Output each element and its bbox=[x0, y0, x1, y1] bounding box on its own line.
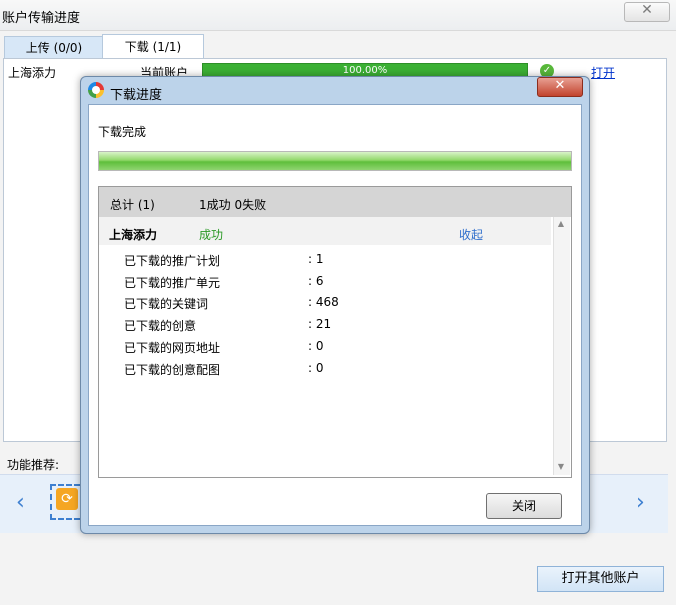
summary-row bbox=[99, 187, 571, 217]
detail-scrollbar[interactable] bbox=[553, 217, 570, 475]
stat-label: 已下载的关键词 bbox=[124, 297, 209, 311]
tab-download[interactable]: 下载 (1/1) bbox=[102, 34, 204, 60]
window-title: 账户传输进度 bbox=[2, 11, 81, 26]
chevron-left-icon[interactable]: ‹ bbox=[16, 490, 25, 515]
stat-value: : 6 bbox=[308, 274, 324, 288]
download-status-text: 下载完成 bbox=[98, 125, 147, 139]
dialog-close-button[interactable]: ✕ bbox=[537, 77, 583, 97]
stat-value: : 0 bbox=[308, 339, 324, 353]
row-progress-text: 100.00% bbox=[342, 65, 388, 76]
scroll-down-arrow-icon[interactable]: ▼ bbox=[553, 462, 569, 471]
stat-label: 已下载的推广单元 bbox=[124, 276, 221, 290]
stat-value: : 0 bbox=[308, 361, 324, 375]
close-icon: ✕ bbox=[641, 2, 653, 18]
stat-value: : 1 bbox=[308, 252, 324, 266]
row-account-name: 上海添力 bbox=[8, 66, 57, 80]
close-button[interactable]: 关闭 bbox=[486, 493, 562, 519]
stat-value: : 468 bbox=[308, 295, 339, 309]
account-status: 成功 bbox=[199, 228, 224, 242]
stat-value: : 21 bbox=[308, 317, 332, 331]
chevron-right-icon[interactable]: › bbox=[636, 490, 645, 515]
open-link[interactable]: 打开 bbox=[591, 64, 615, 81]
dialog-title: 下载进度 bbox=[110, 88, 163, 103]
open-other-account-button[interactable]: 打开其他账户 bbox=[537, 566, 664, 592]
stat-label: 已下载的网页地址 bbox=[124, 341, 221, 355]
tab-upload[interactable]: 上传 (0/0) bbox=[4, 36, 104, 59]
stat-label: 已下载的推广计划 bbox=[124, 254, 221, 268]
download-progress-bar bbox=[98, 151, 572, 171]
function-recommend-label: 功能推荐: bbox=[7, 458, 60, 472]
account-row bbox=[99, 217, 551, 245]
close-icon: ✕ bbox=[554, 78, 566, 93]
window-close-button[interactable]: ✕ bbox=[624, 2, 670, 22]
scroll-up-arrow-icon[interactable]: ▲ bbox=[553, 219, 569, 228]
stat-label: 已下载的创意 bbox=[124, 319, 197, 333]
collapse-link[interactable]: 收起 bbox=[459, 226, 483, 243]
summary-total: 总计 (1) bbox=[110, 198, 155, 212]
refresh-icon[interactable]: ⟳ bbox=[56, 488, 78, 510]
summary-result: 1成功 0失败 bbox=[199, 198, 267, 212]
stat-label: 已下载的创意配图 bbox=[124, 363, 221, 377]
account-name: 上海添力 bbox=[109, 228, 158, 242]
window-titlebar bbox=[0, 0, 676, 31]
app-logo-center bbox=[92, 86, 100, 94]
